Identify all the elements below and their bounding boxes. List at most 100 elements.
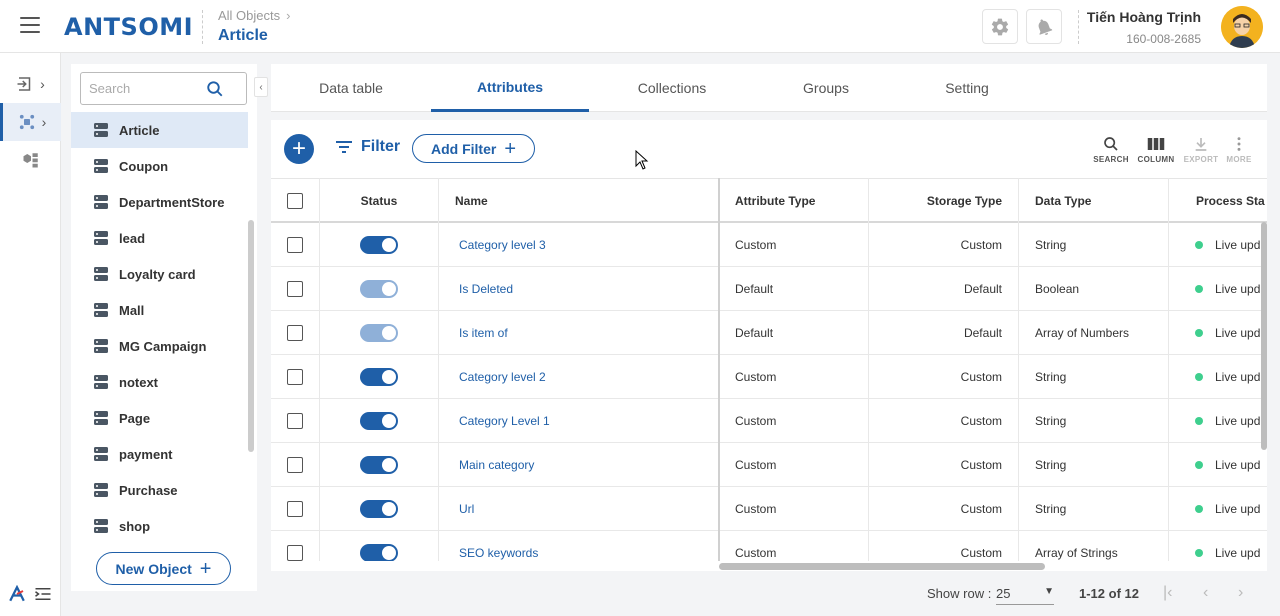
- rail-item-data-model[interactable]: [0, 141, 61, 179]
- row-checkbox[interactable]: [287, 457, 303, 473]
- notifications-button[interactable]: [1026, 9, 1062, 44]
- expand-menu-icon[interactable]: [34, 587, 52, 601]
- object-list-item[interactable]: MG Campaign: [71, 328, 248, 364]
- tab-groups[interactable]: Groups: [755, 64, 897, 112]
- process-status-text: Live upd: [1215, 458, 1261, 472]
- status-toggle[interactable]: [360, 236, 398, 254]
- column-header-storage-type[interactable]: Storage Type: [871, 179, 1002, 222]
- object-list-item[interactable]: lead: [71, 220, 248, 256]
- next-page-icon[interactable]: ›: [1238, 584, 1243, 602]
- export-tool-button[interactable]: EXPORT: [1181, 136, 1221, 164]
- row-checkbox[interactable]: [287, 413, 303, 429]
- table-row[interactable]: Category level 3 Custom Custom String Live u…: [271, 223, 1267, 267]
- column-tool-button[interactable]: COLUMN: [1136, 136, 1176, 164]
- object-list-item[interactable]: Mall: [71, 292, 248, 328]
- status-toggle[interactable]: [360, 456, 398, 474]
- menu-icon[interactable]: [20, 17, 40, 33]
- collapse-sidebar-button[interactable]: ‹: [254, 77, 268, 97]
- object-list-item[interactable]: Loyalty card: [71, 256, 248, 292]
- database-icon: [94, 267, 108, 281]
- column-divider[interactable]: [718, 178, 720, 561]
- row-checkbox[interactable]: [287, 369, 303, 385]
- object-search[interactable]: [80, 72, 247, 105]
- column-header-name[interactable]: Name: [455, 179, 715, 222]
- object-list-panel: Article Coupon DepartmentStore lead Loyalty …: [71, 64, 257, 591]
- search-input[interactable]: [81, 73, 201, 104]
- status-toggle[interactable]: [360, 324, 398, 342]
- search-icon[interactable]: [206, 80, 224, 98]
- column-header-attribute-type[interactable]: Attribute Type: [735, 179, 865, 222]
- antsomi-mark-icon[interactable]: [8, 585, 26, 603]
- attribute-name-link[interactable]: Category level 3: [459, 223, 709, 267]
- avatar[interactable]: [1221, 6, 1263, 48]
- object-list-item[interactable]: payment: [71, 436, 248, 472]
- row-checkbox[interactable]: [287, 281, 303, 297]
- antsomi-logo[interactable]: ANTSOMI: [64, 13, 193, 41]
- vertical-scrollbar[interactable]: [1261, 222, 1267, 450]
- header-divider: [1078, 10, 1079, 44]
- user-name[interactable]: Tiến Hoàng Trịnh: [1087, 9, 1201, 25]
- page-range: 1-12 of 12: [1079, 586, 1139, 601]
- object-list-item[interactable]: Page: [71, 400, 248, 436]
- gear-icon: [991, 18, 1009, 35]
- settings-button[interactable]: [982, 9, 1018, 44]
- table-row[interactable]: Is Deleted Default Default Boolean Live upd: [271, 267, 1267, 311]
- attribute-name-link[interactable]: SEO keywords: [459, 531, 709, 561]
- rail-item-objects[interactable]: ›: [0, 103, 61, 141]
- object-list-item[interactable]: Coupon: [71, 148, 248, 184]
- first-page-icon[interactable]: |‹: [1163, 584, 1172, 602]
- attribute-name-link[interactable]: Is item of: [459, 311, 709, 355]
- tab-data-table[interactable]: Data table: [271, 64, 431, 112]
- table-row[interactable]: Category Level 1 Custom Custom String Live u…: [271, 399, 1267, 443]
- breadcrumb-all-objects[interactable]: All Objects: [218, 8, 280, 23]
- select-all-checkbox[interactable]: [287, 192, 303, 209]
- add-filter-button[interactable]: Add Filter +: [412, 134, 535, 163]
- column-header-process-status[interactable]: Process Sta: [1196, 179, 1267, 222]
- object-list-item[interactable]: notext: [71, 364, 248, 400]
- filter-button[interactable]: Filter: [335, 138, 400, 156]
- attribute-name-link[interactable]: Url: [459, 487, 709, 531]
- column-divider: [438, 178, 439, 561]
- table-row[interactable]: Url Custom Custom String Live upd: [271, 487, 1267, 531]
- object-list-item[interactable]: Article: [71, 112, 248, 148]
- horizontal-scrollbar[interactable]: [719, 563, 1045, 570]
- table-row[interactable]: Main category Custom Custom String Live upd: [271, 443, 1267, 487]
- tab-setting[interactable]: Setting: [897, 64, 1037, 112]
- object-list-item[interactable]: Purchase: [71, 472, 248, 508]
- column-header-status[interactable]: Status: [320, 179, 438, 222]
- storage-type-cell: Custom: [960, 458, 1002, 472]
- prev-page-icon[interactable]: ‹: [1203, 584, 1208, 602]
- object-list-item[interactable]: DepartmentStore: [71, 184, 248, 220]
- row-checkbox[interactable]: [287, 545, 303, 561]
- add-attribute-button[interactable]: +: [284, 134, 314, 164]
- breadcrumb[interactable]: All Objects ›: [218, 8, 290, 23]
- attribute-name-link[interactable]: Is Deleted: [459, 267, 709, 311]
- new-object-button[interactable]: New Object +: [96, 552, 231, 585]
- search-tool-button[interactable]: SEARCH: [1091, 136, 1131, 164]
- chevron-right-icon: ›: [286, 8, 291, 23]
- more-tool-button[interactable]: MORE: [1219, 136, 1259, 164]
- table-row[interactable]: Is item of Default Default Array of Numbers…: [271, 311, 1267, 355]
- row-checkbox[interactable]: [287, 237, 303, 253]
- object-list-scrollbar[interactable]: [248, 220, 254, 452]
- column-divider: [1168, 178, 1169, 561]
- tab-collections[interactable]: Collections: [589, 64, 755, 112]
- object-list-item[interactable]: shop: [71, 508, 248, 544]
- attribute-name-link[interactable]: Main category: [459, 443, 709, 487]
- table-row[interactable]: Category level 2 Custom Custom String Live u…: [271, 355, 1267, 399]
- status-toggle[interactable]: [360, 280, 398, 298]
- status-toggle[interactable]: [360, 412, 398, 430]
- row-checkbox[interactable]: [287, 501, 303, 517]
- tab-attributes[interactable]: Attributes: [431, 64, 589, 112]
- status-dot: [1195, 461, 1203, 469]
- row-checkbox[interactable]: [287, 325, 303, 341]
- attribute-name-link[interactable]: Category level 2: [459, 355, 709, 399]
- column-header-data-type[interactable]: Data Type: [1035, 179, 1165, 222]
- rows-per-page-select[interactable]: 25 ▼: [996, 586, 1054, 605]
- status-toggle[interactable]: [360, 368, 398, 386]
- attribute-name-link[interactable]: Category Level 1: [459, 399, 709, 443]
- status-toggle[interactable]: [360, 500, 398, 518]
- status-toggle[interactable]: [360, 544, 398, 561]
- rail-item-import[interactable]: ›: [0, 65, 61, 103]
- table-row[interactable]: SEO keywords Custom Custom Array of Strings…: [271, 531, 1267, 561]
